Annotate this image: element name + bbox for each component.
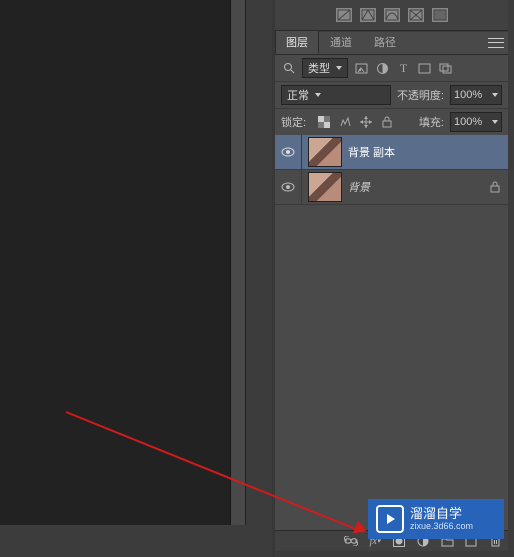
layer-name[interactable]: 背景	[348, 179, 490, 195]
fill-input[interactable]: 100%	[450, 112, 502, 132]
opacity-value: 100%	[454, 89, 482, 101]
adjust-icon-1[interactable]	[336, 8, 352, 22]
lock-all-icon[interactable]	[379, 115, 394, 129]
fill-value: 100%	[454, 116, 482, 128]
layer-name[interactable]: 背景 副本	[348, 144, 508, 160]
vertical-scrollbar[interactable]	[231, 0, 246, 525]
lock-transparent-icon[interactable]	[316, 115, 331, 129]
panel-menu-icon[interactable]	[488, 36, 504, 54]
tab-layers[interactable]: 图层	[275, 30, 319, 54]
layer-thumbnail[interactable]	[308, 172, 342, 202]
chevron-down-icon	[492, 120, 498, 124]
chevron-down-icon	[492, 93, 498, 97]
eye-icon	[281, 147, 295, 157]
filter-shape-icon[interactable]	[417, 61, 432, 75]
layer-row[interactable]: 背景 副本	[275, 135, 508, 170]
lock-icon	[490, 181, 500, 193]
filter-smart-icon[interactable]	[438, 61, 453, 75]
lock-row: 锁定: 填充: 100%	[275, 109, 508, 136]
adjust-icon-2[interactable]	[360, 8, 376, 22]
eye-icon	[281, 182, 295, 192]
blend-row: 正常 不透明度: 100%	[275, 82, 508, 109]
fill-label: 填充:	[419, 114, 444, 130]
opacity-label: 不透明度:	[397, 87, 444, 103]
canvas-area[interactable]	[0, 0, 231, 525]
layer-filter-row: 类型 T	[275, 55, 508, 82]
adjustments-strip	[275, 0, 508, 31]
opacity-input[interactable]: 100%	[450, 85, 502, 105]
link-icon[interactable]	[344, 534, 358, 548]
adjust-icon-4[interactable]	[408, 8, 424, 22]
filter-type-icon[interactable]: T	[396, 61, 411, 75]
filter-kind-label: 类型	[308, 60, 330, 76]
visibility-toggle[interactable]	[275, 135, 302, 169]
adjust-icon-5[interactable]	[432, 8, 448, 22]
play-icon	[376, 505, 404, 533]
search-icon[interactable]	[281, 61, 296, 75]
layers-list: 背景 副本 背景	[275, 135, 508, 535]
filter-adjust-icon[interactable]	[375, 61, 390, 75]
blend-mode-dropdown[interactable]: 正常	[281, 85, 391, 105]
blend-mode-label: 正常	[287, 87, 309, 103]
lock-image-icon[interactable]	[337, 115, 352, 129]
adjust-icon-3[interactable]	[384, 8, 400, 22]
lock-position-icon[interactable]	[358, 115, 373, 129]
layers-panel: 类型 T 正常 不透明度: 100% 锁定: 填充: 100%	[275, 55, 508, 535]
filter-pixel-icon[interactable]	[354, 61, 369, 75]
chevron-down-icon	[315, 93, 321, 97]
panel-tabs: 图层 通道 路径	[275, 32, 508, 55]
lock-label: 锁定:	[281, 114, 306, 130]
watermark: 溜溜自学 zixue.3d66.com	[368, 499, 504, 539]
watermark-url: zixue.3d66.com	[410, 521, 473, 531]
chevron-down-icon	[336, 66, 342, 70]
filter-kind-dropdown[interactable]: 类型	[302, 58, 348, 78]
visibility-toggle[interactable]	[275, 170, 302, 204]
layer-row[interactable]: 背景	[275, 170, 508, 205]
tab-paths[interactable]: 路径	[363, 30, 407, 54]
layer-thumbnail[interactable]	[308, 137, 342, 167]
watermark-title: 溜溜自学	[410, 507, 473, 521]
tab-channels[interactable]: 通道	[319, 30, 363, 54]
